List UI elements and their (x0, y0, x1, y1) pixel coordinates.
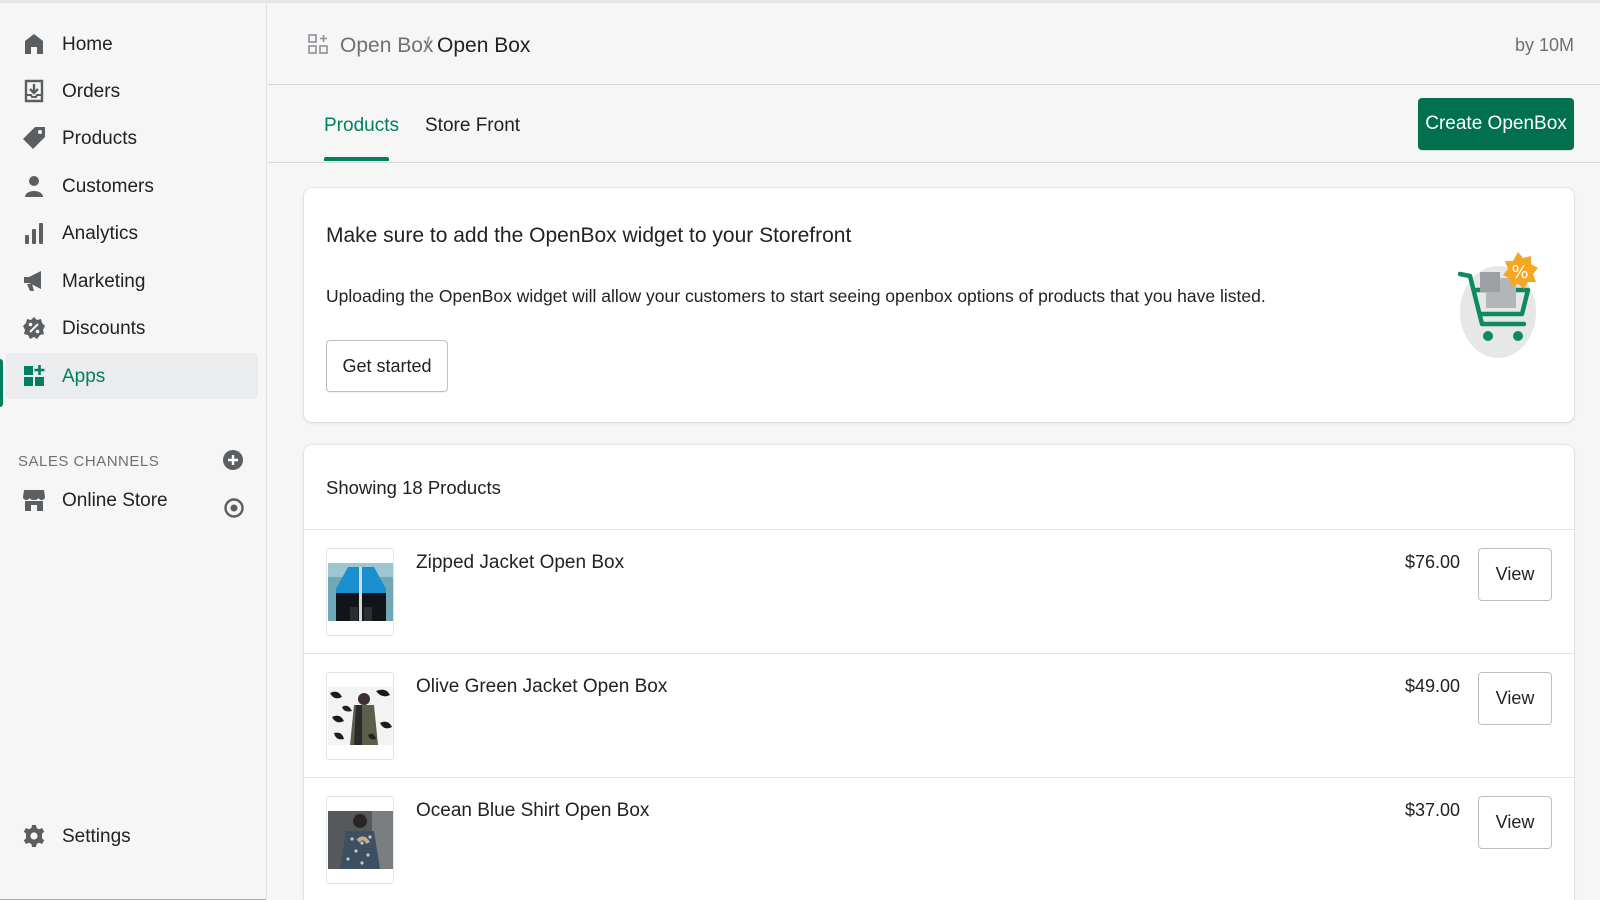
create-openbox-button[interactable]: Create OpenBox (1418, 98, 1574, 150)
sidebar-item-label: Home (62, 34, 113, 55)
person-icon (25, 176, 43, 197)
table-row: Zipped Jacket Open Box $76.00 View (304, 529, 1574, 654)
apps-grid-icon (308, 34, 328, 54)
table-row: Olive Green Jacket Open Box $49.00 View (304, 653, 1574, 778)
sidebar-item-online-store[interactable]: Online Store (6, 477, 258, 523)
widget-banner-card: Make sure to add the OpenBox widget to y… (304, 188, 1574, 422)
product-thumbnail[interactable] (326, 672, 394, 760)
tag-icon (23, 127, 45, 149)
products-card: Showing 18 Products Zipped Jacket Open B… (304, 445, 1574, 900)
view-product-button[interactable]: View (1478, 548, 1552, 601)
sidebar-item-label: Marketing (62, 271, 146, 292)
products-count: Showing 18 Products (326, 477, 501, 498)
ocean-blue-shirt-image (328, 811, 393, 869)
product-name[interactable]: Olive Green Jacket Open Box (416, 676, 667, 698)
sidebar-item-customers[interactable]: Customers (6, 163, 258, 209)
sidebar-item-label: Products (62, 128, 137, 149)
page-title: Open Box (437, 34, 531, 57)
sidebar-item-marketing[interactable]: Marketing (6, 258, 258, 304)
product-price: $76.00 (1404, 552, 1460, 572)
store-icon (23, 490, 45, 511)
product-thumbnail[interactable] (326, 796, 394, 884)
sidebar-item-products[interactable]: Products (6, 115, 258, 161)
product-name[interactable]: Ocean Blue Shirt Open Box (416, 800, 649, 822)
active-tab-underline (324, 157, 389, 161)
tab-store-front[interactable]: Store Front (425, 115, 520, 137)
table-row: Ocean Blue Shirt Open Box $37.00 View (304, 777, 1574, 900)
zipped-jacket-image (328, 563, 393, 621)
breadcrumb-app-link[interactable]: Open Box (340, 34, 433, 58)
gear-icon (23, 825, 45, 847)
sidebar-item-label: Settings (62, 826, 131, 847)
sidebar-item-label: Customers (62, 176, 154, 197)
orders-icon (24, 79, 44, 103)
sidebar-item-orders[interactable]: Orders (6, 68, 258, 114)
sidebar-item-discounts[interactable]: Discounts (6, 305, 258, 351)
breadcrumb-separator: / (424, 34, 430, 57)
sidebar-item-label: Analytics (62, 223, 139, 244)
megaphone-icon (24, 271, 41, 291)
product-price: $49.00 (1404, 676, 1460, 696)
app-developer-byline: by 10M (1514, 35, 1574, 55)
discount-badge-text: % (1511, 262, 1528, 283)
app-header: Open Box / Open Box by 10M (268, 3, 1600, 85)
sidebar-item-label: Online Store (62, 490, 168, 511)
sidebar-item-home[interactable]: Home (6, 21, 258, 67)
active-indicator (0, 359, 3, 407)
get-started-button[interactable]: Get started (326, 340, 448, 392)
shopping-cart-discount-illustration: % (1457, 252, 1538, 358)
view-product-button[interactable]: View (1478, 796, 1552, 849)
view-store-eye-icon[interactable] (223, 497, 245, 519)
product-price: $37.00 (1404, 800, 1460, 820)
tab-products[interactable]: Products (324, 115, 399, 137)
sidebar-item-analytics[interactable]: Analytics (6, 210, 258, 256)
olive-jacket-image (328, 687, 393, 745)
bar-chart-icon (25, 223, 43, 244)
product-name[interactable]: Zipped Jacket Open Box (416, 552, 624, 574)
sidebar-item-settings[interactable]: Settings (6, 813, 258, 859)
sidebar-item-apps[interactable]: Apps (6, 353, 258, 399)
tab-bar: Products Store Front Create OpenBox (268, 85, 1600, 163)
banner-title: Make sure to add the OpenBox widget to y… (326, 224, 852, 247)
sales-channels-heading: SALES CHANNELS (18, 453, 160, 470)
banner-description: Uploading the OpenBox widget will allow … (326, 286, 1266, 306)
discount-icon (23, 317, 45, 339)
product-thumbnail[interactable] (326, 548, 394, 636)
add-channel-icon[interactable] (222, 449, 244, 471)
sidebar-item-label: Discounts (62, 318, 146, 339)
sidebar-item-label: Apps (62, 366, 106, 387)
sidebar-item-label: Orders (62, 81, 121, 102)
sidebar: Home Orders Products Customers Analytics… (0, 3, 267, 900)
view-product-button[interactable]: View (1478, 672, 1552, 725)
apps-icon (24, 365, 45, 386)
home-icon (25, 34, 43, 54)
app-root: Home Orders Products Customers Analytics… (0, 0, 1600, 900)
